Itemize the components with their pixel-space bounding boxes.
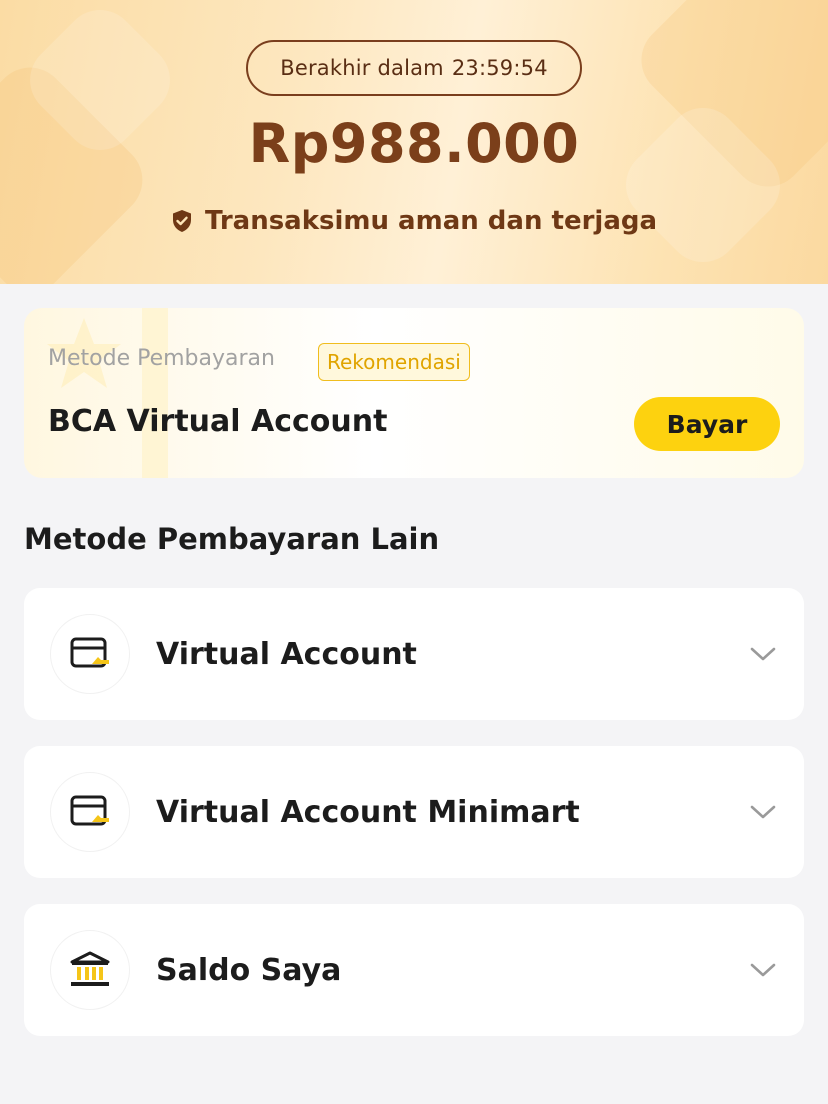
- chevron-down-icon: [750, 963, 776, 977]
- method-name: Virtual Account Minimart: [156, 794, 580, 830]
- method-name: Saldo Saya: [156, 952, 342, 988]
- method-name: Virtual Account: [156, 636, 417, 672]
- shield-check-icon: [172, 210, 191, 232]
- method-row-saldo-saya[interactable]: Saldo Saya: [24, 904, 804, 1036]
- timer-value: 23:59:54: [451, 56, 548, 80]
- payment-header: Berakhir dalam 23:59:54 Rp988.000 Transa…: [0, 0, 828, 284]
- timer-label: Berakhir dalam: [280, 56, 444, 80]
- recommended-badge: Rekomendasi: [318, 343, 470, 381]
- chevron-down-icon: [750, 647, 776, 661]
- recommended-method-card[interactable]: Metode Pembayaran Rekomendasi BCA Virtua…: [24, 308, 804, 478]
- secure-notice: Transaksimu aman dan terjaga: [0, 206, 828, 236]
- chevron-down-icon: [750, 805, 776, 819]
- recommended-label: Metode Pembayaran: [48, 346, 275, 371]
- method-row-virtual-account-minimart[interactable]: Virtual Account Minimart: [24, 746, 804, 878]
- payment-page: Berakhir dalam 23:59:54 Rp988.000 Transa…: [0, 0, 828, 1104]
- pay-button[interactable]: Bayar: [634, 397, 780, 451]
- method-row-virtual-account[interactable]: Virtual Account: [24, 588, 804, 720]
- bank-icon: [70, 951, 110, 986]
- expiry-timer: Berakhir dalam 23:59:54: [246, 40, 582, 96]
- card-icon: [70, 795, 109, 826]
- other-methods-title: Metode Pembayaran Lain: [24, 522, 440, 556]
- recommended-method-name: BCA Virtual Account: [48, 404, 388, 439]
- secure-text: Transaksimu aman dan terjaga: [204, 206, 658, 236]
- card-icon: [70, 637, 109, 668]
- total-amount: Rp988.000: [248, 112, 580, 175]
